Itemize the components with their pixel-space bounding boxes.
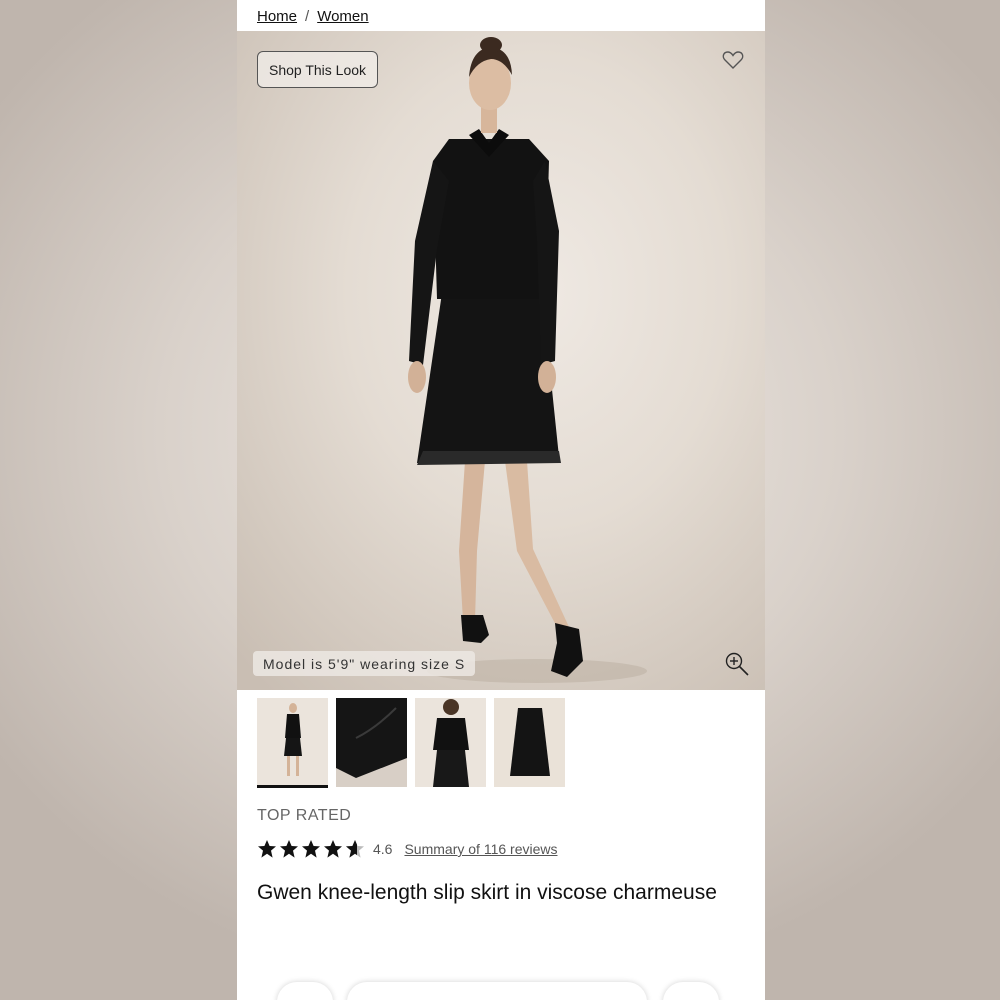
rating-row: 4.6 Summary of 116 reviews [257, 837, 557, 861]
breadcrumb-separator: / [305, 7, 310, 25]
model-photo [408, 37, 647, 683]
thumbnail-hem-detail[interactable] [336, 698, 407, 787]
model-size-note: Model is 5'9" wearing size S [253, 651, 476, 676]
shop-this-look-button[interactable]: Shop This Look [257, 51, 378, 88]
star-icon [302, 840, 320, 858]
bottom-action-bar [277, 982, 727, 1000]
heart-icon[interactable] [721, 48, 745, 72]
product-title: Gwen knee-length slip skirt in viscose c… [257, 881, 717, 904]
thumbnail-flat-skirt[interactable] [494, 698, 565, 787]
bottom-bar-button[interactable] [277, 982, 333, 1000]
bottom-bar-button[interactable] [663, 982, 719, 1000]
star-icon [324, 840, 342, 858]
product-hero-image[interactable]: Shop This Look Model is 5'9" wearing siz… [237, 31, 765, 690]
thumbnail-full-look[interactable] [257, 698, 328, 788]
thumbnail-back-view[interactable] [415, 698, 486, 787]
rating-value: 4.6 [373, 841, 393, 857]
breadcrumb-women-link[interactable]: Women [317, 8, 368, 25]
breadcrumb: Home / Women [257, 4, 369, 28]
bottom-bar-button[interactable] [347, 982, 647, 1000]
zoom-in-icon[interactable] [724, 651, 750, 677]
star-half-icon [346, 840, 364, 858]
product-page: Home / Women Shop This Look Model is 5'9… [237, 0, 765, 1000]
thumbnail-strip [257, 698, 565, 788]
breadcrumb-home-link[interactable]: Home [257, 8, 297, 25]
top-rated-badge: TOP RATED [257, 807, 352, 824]
star-icon [258, 840, 276, 858]
star-icon [280, 840, 298, 858]
reviews-summary-link[interactable]: Summary of 116 reviews [404, 841, 557, 857]
star-rating [257, 839, 367, 859]
